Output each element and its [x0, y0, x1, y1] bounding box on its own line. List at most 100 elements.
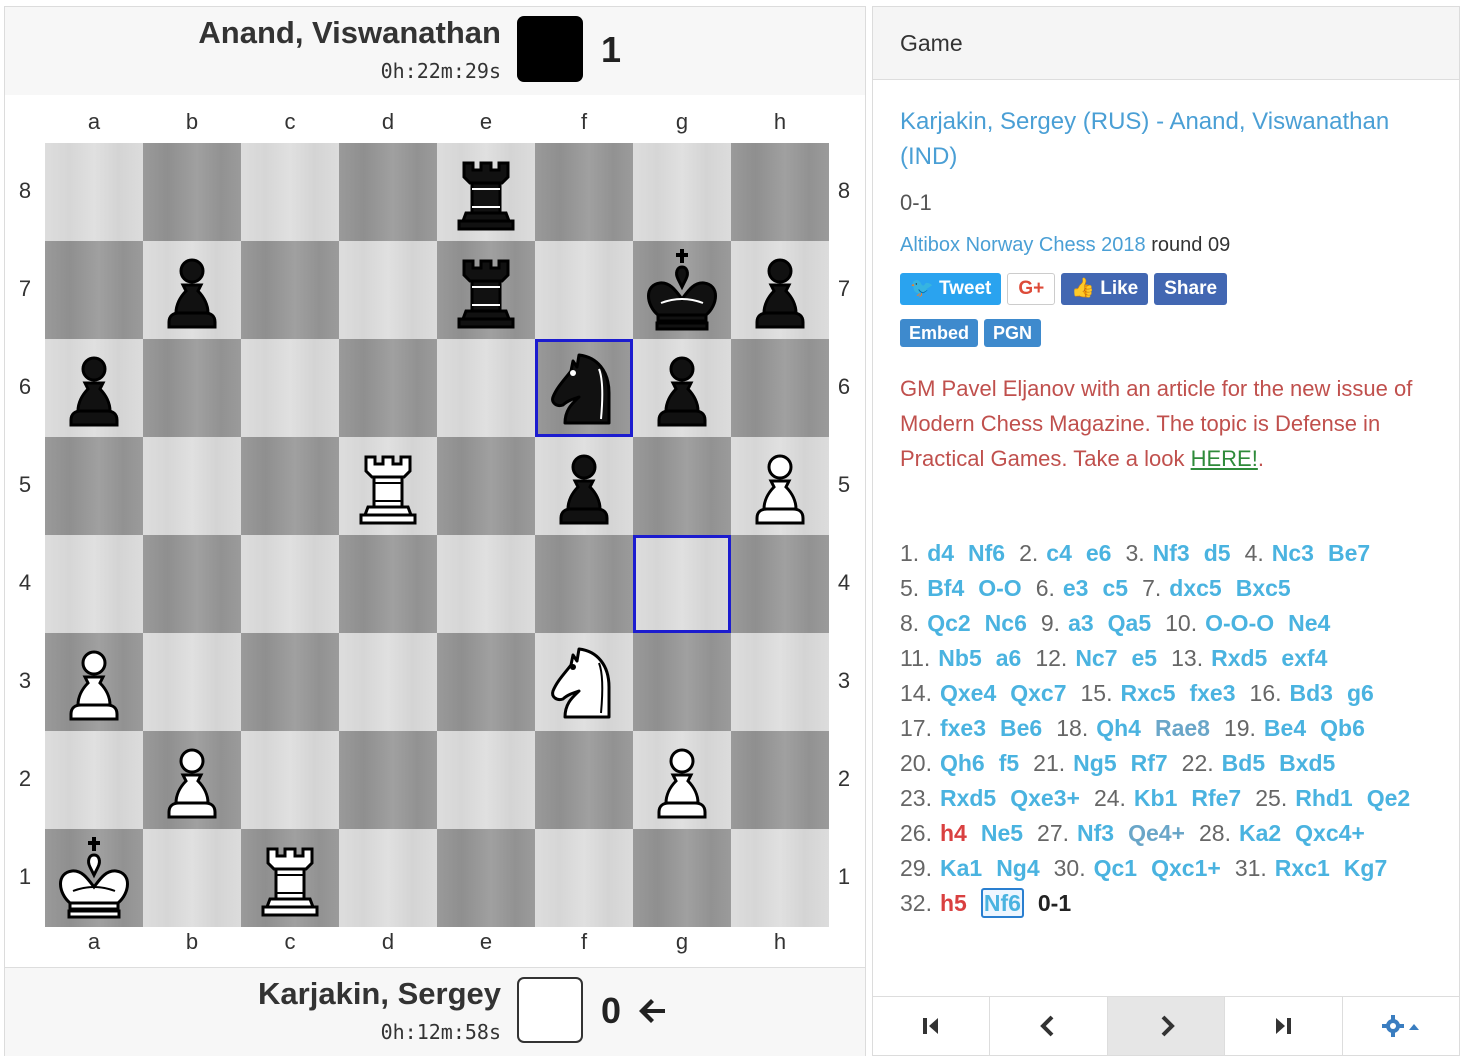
move-white[interactable]: Bd5 [1222, 750, 1265, 776]
move-white[interactable]: Bd3 [1290, 680, 1333, 706]
square-a5[interactable] [45, 437, 143, 535]
white-pawn-b2[interactable] [143, 731, 241, 829]
square-d1[interactable] [339, 829, 437, 927]
white-knight-f3[interactable] [535, 633, 633, 731]
square-f4[interactable] [535, 535, 633, 633]
move-white[interactable]: Qh4 [1096, 715, 1141, 741]
square-a7[interactable] [45, 241, 143, 339]
white-rook-c1[interactable] [241, 829, 339, 927]
move-white[interactable]: fxe3 [940, 715, 986, 741]
square-h3[interactable] [731, 633, 829, 731]
promo-link[interactable]: HERE! [1191, 446, 1258, 471]
black-pawn-b7[interactable] [143, 241, 241, 339]
square-c7[interactable] [241, 241, 339, 339]
square-c8[interactable] [241, 143, 339, 241]
move-black[interactable]: Qxc1+ [1151, 855, 1221, 881]
move-black[interactable]: Qe2 [1367, 785, 1410, 811]
square-c4[interactable] [241, 535, 339, 633]
move-black[interactable]: O-O [978, 575, 1021, 601]
square-e3[interactable] [437, 633, 535, 731]
move-black[interactable]: Qxc4+ [1295, 820, 1365, 846]
black-pawn-g6[interactable] [633, 339, 731, 437]
square-h4[interactable] [731, 535, 829, 633]
square-b6[interactable] [143, 339, 241, 437]
move-white[interactable]: Rxc1 [1275, 855, 1330, 881]
square-b4[interactable] [143, 535, 241, 633]
black-pawn-h7[interactable] [731, 241, 829, 339]
white-player-link[interactable]: Karjakin, Sergey (RUS) [900, 108, 1149, 135]
move-white[interactable]: a3 [1068, 610, 1094, 636]
move-white[interactable]: Nc7 [1075, 645, 1117, 671]
square-c5[interactable] [241, 437, 339, 535]
settings-button[interactable] [1342, 997, 1460, 1055]
move-black[interactable]: Ne4 [1288, 610, 1330, 636]
square-g1[interactable] [633, 829, 731, 927]
move-black[interactable]: Bxc5 [1236, 575, 1291, 601]
move-white[interactable]: Ka1 [940, 855, 982, 881]
black-pawn-f5[interactable] [535, 437, 633, 535]
like-button[interactable]: 👍 Like [1061, 273, 1149, 305]
last-move-button[interactable] [1225, 997, 1343, 1055]
move-black[interactable]: Rfe7 [1191, 785, 1241, 811]
square-h1[interactable] [731, 829, 829, 927]
move-white[interactable]: Nf3 [1153, 540, 1190, 566]
move-black[interactable]: a6 [996, 645, 1022, 671]
move-white[interactable]: c4 [1046, 540, 1072, 566]
square-e5[interactable] [437, 437, 535, 535]
square-c2[interactable] [241, 731, 339, 829]
move-white[interactable]: h5 [940, 890, 967, 916]
move-black[interactable]: Be7 [1328, 540, 1370, 566]
square-g3[interactable] [633, 633, 731, 731]
move-white[interactable]: e3 [1063, 575, 1089, 601]
first-move-button[interactable] [873, 997, 991, 1055]
event-link[interactable]: Altibox Norway Chess 2018 [900, 234, 1146, 256]
square-f8[interactable] [535, 143, 633, 241]
move-white[interactable]: Ng5 [1073, 750, 1116, 776]
move-white[interactable]: d4 [927, 540, 954, 566]
square-b3[interactable] [143, 633, 241, 731]
move-black[interactable]: Nc6 [985, 610, 1027, 636]
next-move-button[interactable] [1107, 997, 1226, 1055]
embed-button[interactable]: Embed [900, 319, 979, 347]
move-white[interactable]: Ka2 [1239, 820, 1281, 846]
move-black[interactable]: Qe4+ [1128, 820, 1185, 846]
square-d2[interactable] [339, 731, 437, 829]
move-black[interactable]: e5 [1132, 645, 1158, 671]
square-e2[interactable] [437, 731, 535, 829]
move-white[interactable]: Qc1 [1094, 855, 1137, 881]
black-king-g7[interactable] [633, 241, 731, 339]
move-white[interactable]: Rhd1 [1295, 785, 1353, 811]
square-c3[interactable] [241, 633, 339, 731]
move-black[interactable]: Bxd5 [1279, 750, 1335, 776]
move-white[interactable]: Kb1 [1134, 785, 1177, 811]
move-black[interactable]: Kg7 [1344, 855, 1387, 881]
square-c6[interactable] [241, 339, 339, 437]
move-white[interactable]: Rxc5 [1121, 680, 1176, 706]
move-white[interactable]: Qc2 [927, 610, 970, 636]
google-plus-button[interactable]: G+ [1007, 273, 1056, 305]
move-white[interactable]: Nc3 [1272, 540, 1314, 566]
move-white[interactable]: h4 [940, 820, 967, 846]
move-white[interactable]: Be4 [1264, 715, 1306, 741]
previous-move-button[interactable] [990, 997, 1108, 1055]
black-rook-e7[interactable] [437, 241, 535, 339]
move-white[interactable]: Nf3 [1077, 820, 1114, 846]
square-a2[interactable] [45, 731, 143, 829]
move-black[interactable]: Qxe3+ [1010, 785, 1080, 811]
move-black[interactable]: Rae8 [1155, 715, 1210, 741]
move-black[interactable]: e6 [1086, 540, 1112, 566]
square-e4[interactable] [437, 535, 535, 633]
move-white[interactable]: Rxd5 [940, 785, 996, 811]
pgn-button[interactable]: PGN [984, 319, 1042, 347]
white-rook-d5[interactable] [339, 437, 437, 535]
white-king-a1[interactable] [45, 829, 143, 927]
move-black[interactable]: f5 [999, 750, 1019, 776]
move-black[interactable]: g6 [1347, 680, 1374, 706]
move-black[interactable]: Ne5 [981, 820, 1023, 846]
move-black[interactable]: Be6 [1000, 715, 1042, 741]
square-a8[interactable] [45, 143, 143, 241]
move-white[interactable]: Bf4 [927, 575, 964, 601]
square-a4[interactable] [45, 535, 143, 633]
move-black[interactable]: exf4 [1281, 645, 1327, 671]
move-white[interactable]: dxc5 [1169, 575, 1221, 601]
